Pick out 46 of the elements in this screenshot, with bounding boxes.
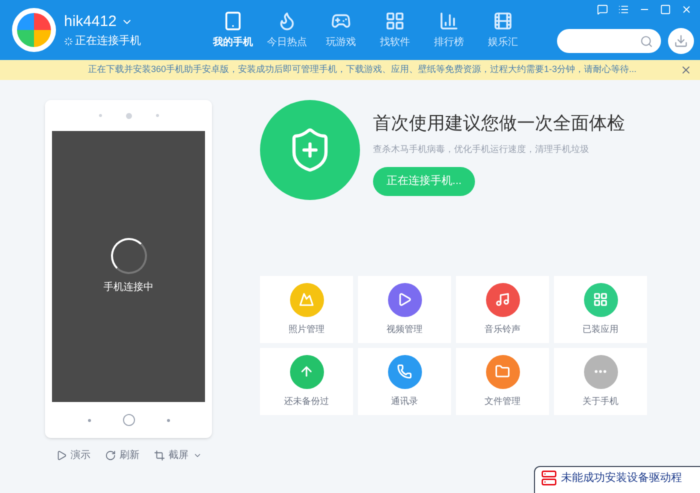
tool-tile[interactable]: 已装应用 — [554, 276, 647, 343]
crop-icon — [154, 450, 164, 461]
download-button[interactable] — [668, 28, 694, 54]
home-button-icon — [122, 414, 134, 426]
search-icon — [640, 34, 653, 48]
phone-status: 手机连接中 — [104, 280, 154, 295]
maximize-icon[interactable] — [660, 4, 671, 15]
phone-action[interactable]: 演示 — [56, 448, 90, 463]
tool-tile[interactable]: 音乐铃声 — [456, 276, 549, 343]
search-field[interactable] — [557, 29, 661, 53]
tablet-icon — [223, 10, 243, 30]
checkup-subtitle: 查杀木马手机病毒，优化手机运行速度，清理手机垃圾 — [373, 143, 590, 156]
nav-tab[interactable]: 娱乐汇 — [479, 10, 527, 50]
refresh-icon — [104, 450, 116, 461]
notice-text: 正在下载并安装360手机助手安卓版，安装成功后即可管理手机，下载游戏、应用、壁纸等免费资源，过程大约需要1-3分钟，请耐心等待... — [88, 63, 637, 76]
tool-tile[interactable]: 文件管理 — [456, 348, 549, 415]
nav-tab[interactable]: 找软件 — [371, 10, 419, 50]
checkup-title: 首次使用建议您做一次全面体检 — [373, 112, 625, 135]
grid-icon — [385, 10, 405, 30]
tool-tile[interactable]: 还未备份过 — [260, 348, 353, 415]
tool-tile[interactable]: 通讯录 — [358, 348, 451, 415]
notification-title: 未能成功安装设备驱动程 — [561, 470, 682, 486]
play-icon — [56, 450, 66, 461]
device-error-icon — [541, 470, 557, 486]
tool-tile[interactable]: 视频管理 — [358, 276, 451, 343]
film-icon — [493, 10, 513, 30]
nav-tab[interactable]: 我的手机 — [209, 10, 257, 50]
feedback-icon[interactable] — [597, 4, 608, 15]
connection-status: 正在连接手机 — [75, 34, 141, 49]
menu-icon[interactable] — [618, 4, 629, 15]
app-logo-icon — [12, 8, 56, 52]
account-menu[interactable]: hik4412 — [64, 10, 164, 33]
nav-tab[interactable]: 今日热点 — [263, 10, 311, 50]
bar-chart-icon — [439, 10, 459, 30]
nav-tab[interactable]: 玩游戏 — [317, 10, 365, 50]
close-icon[interactable] — [680, 64, 692, 76]
loading-spinner-icon — [110, 238, 146, 274]
download-icon — [674, 34, 688, 48]
tool-tile[interactable]: 照片管理 — [260, 276, 353, 343]
caret-icon — [192, 451, 202, 460]
loading-icon — [64, 36, 73, 46]
phone-action[interactable]: 刷新 — [104, 448, 140, 463]
close-icon[interactable] — [681, 4, 692, 15]
tool-tile[interactable]: 关于手机 — [554, 348, 647, 415]
nav-tab[interactable]: 排行榜 — [425, 10, 473, 50]
phone-action[interactable]: 截屏 — [154, 448, 202, 463]
